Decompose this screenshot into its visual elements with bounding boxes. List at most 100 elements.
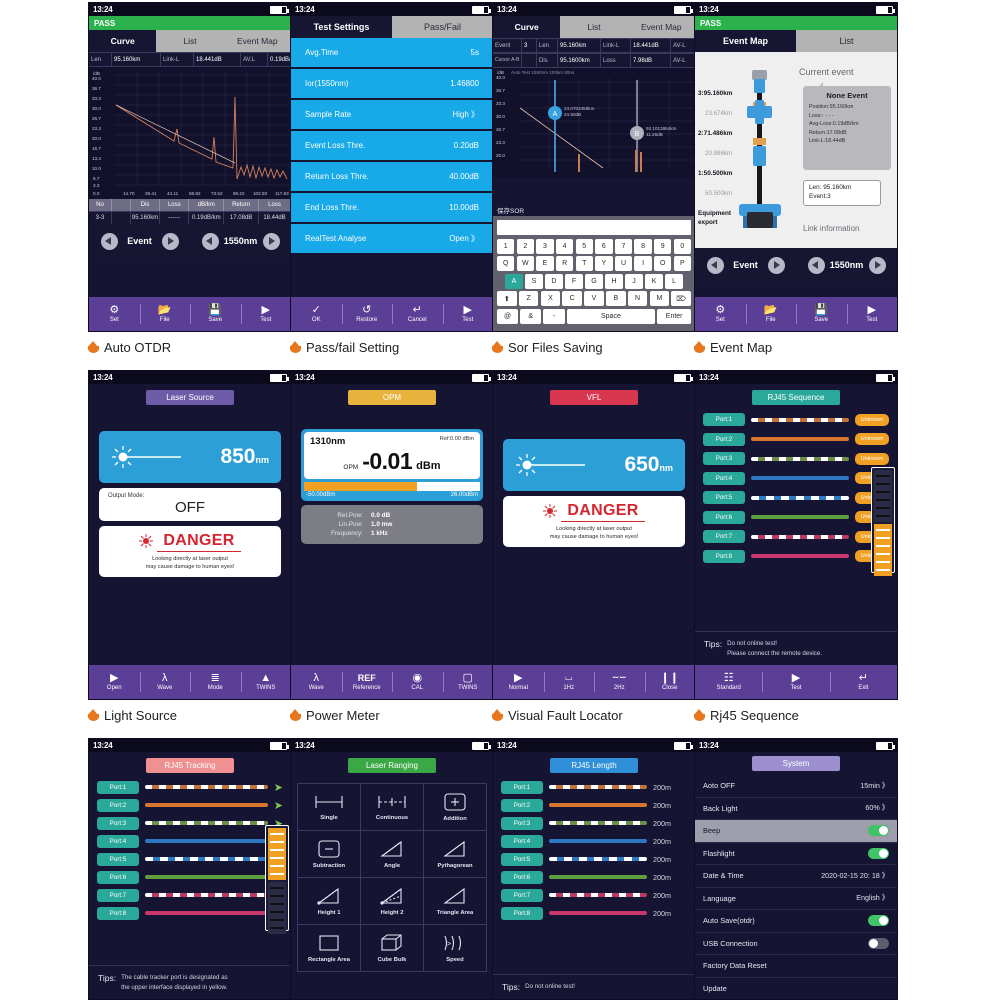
mode-height2[interactable]: Height 2 [361, 878, 424, 925]
key-b[interactable]: B [605, 291, 626, 306]
key-1[interactable]: 1 [497, 238, 515, 254]
mode-height1[interactable]: Height 1 [298, 878, 361, 925]
next-wavelength-button[interactable] [262, 232, 280, 250]
tab-curve[interactable]: Curve [493, 16, 561, 38]
system-row-date-time[interactable]: Date & Time 2020-02-15 20: 18 》 [695, 865, 897, 888]
key-f[interactable]: F [565, 273, 583, 289]
port-row[interactable]: Port:7 200m [493, 886, 695, 904]
key-m[interactable]: M [649, 291, 670, 306]
toolbar-save-button[interactable]: 💾 Save [796, 297, 847, 331]
key-y[interactable]: Y [595, 256, 613, 271]
port-row[interactable]: Port:4 Unknown [695, 469, 897, 489]
next-wavelength-button[interactable] [868, 256, 886, 274]
key-8[interactable]: 8 [634, 238, 652, 254]
key-a[interactable]: A [505, 273, 523, 289]
port-row[interactable]: Port:3 ➤ [89, 814, 291, 832]
system-row-beep[interactable]: Beep [695, 820, 897, 843]
mode-pythagorean[interactable]: Pythagorean [424, 831, 487, 878]
tab-curve[interactable]: Curve [89, 30, 157, 52]
toolbar-mode-button[interactable]: ≣ Mode [190, 665, 241, 699]
port-row[interactable]: Port:4 ➤ [89, 832, 291, 850]
tab-event-map[interactable]: Event Map [223, 30, 291, 52]
toolbar-cancel-button[interactable]: ↵ Cancel [392, 297, 443, 331]
mode-speed[interactable]: > Speed [424, 925, 487, 972]
toolbar-ok-button[interactable]: ✓ OK [291, 297, 342, 331]
key-4[interactable]: 4 [555, 238, 574, 254]
tab-list[interactable]: List [796, 30, 897, 52]
port-row[interactable]: Port:1 200m [493, 778, 695, 796]
key-d[interactable]: D [545, 273, 563, 289]
system-row-factory-reset[interactable]: Factory Data Reset [695, 955, 897, 978]
toolbar-twins-button[interactable]: ▲ TWINS [240, 665, 292, 699]
key-n[interactable]: N [627, 291, 648, 306]
key-j[interactable]: J [625, 273, 643, 289]
toolbar-file-button[interactable]: 📂 File [139, 297, 191, 331]
toolbar-set-button[interactable]: ⚙ Set [89, 297, 140, 331]
prev-wavelength-button[interactable] [807, 256, 825, 274]
setting-row-return-loss[interactable]: Return Loss Thre. 40.00dB [291, 162, 493, 191]
mode-cube-bulk[interactable]: Cube Bulk [361, 925, 424, 972]
tab-list[interactable]: List [560, 16, 628, 38]
filename-input[interactable] [497, 219, 691, 235]
toolbar-open-button[interactable]: ▶ Open [89, 665, 140, 699]
key-u[interactable]: U [614, 256, 633, 271]
auto-save-toggle[interactable] [868, 915, 889, 927]
key-at[interactable]: @ [497, 308, 519, 324]
key-5[interactable]: 5 [575, 238, 593, 254]
enter-key[interactable]: Enter [657, 308, 691, 324]
table-row[interactable]: 3-3 95.160km ------ 0.19dB/km 17.08dB 18… [89, 211, 291, 224]
port-row[interactable]: Port:2 200m [493, 796, 695, 814]
port-row[interactable]: Port:4 200m [493, 832, 695, 850]
port-row[interactable]: Port:2 Unknown [695, 430, 897, 450]
key-z[interactable]: Z [518, 291, 539, 306]
port-row[interactable]: Port:5 200m [493, 850, 695, 868]
key-6[interactable]: 6 [595, 238, 613, 254]
key-c[interactable]: C [562, 291, 582, 306]
toolbar-restore-button[interactable]: ↺ Restore [341, 297, 393, 331]
port-row[interactable]: Port:6 200m [493, 868, 695, 886]
key-2[interactable]: 2 [516, 238, 535, 254]
port-row[interactable]: Port:6 ➤ [89, 868, 291, 886]
toolbar-set-button[interactable]: ⚙ Set [695, 297, 746, 331]
port-row[interactable]: Port:8 Unknown [695, 547, 897, 567]
mode-angle[interactable]: Angle [361, 831, 424, 878]
toolbar-twins-button[interactable]: ▢ TWINS [442, 665, 494, 699]
setting-row-realtest[interactable]: RealTest Analyse Open 》 [291, 224, 493, 253]
setting-row-sample-rate[interactable]: Sample Rate High 》 [291, 100, 493, 129]
key-v[interactable]: V [584, 291, 604, 306]
tab-event-map[interactable]: Event Map [695, 30, 796, 52]
port-row[interactable]: Port:3 200m [493, 814, 695, 832]
next-event-button[interactable] [767, 256, 785, 274]
system-row-language[interactable]: Language English 》 [695, 888, 897, 910]
setting-row-event-loss[interactable]: Event Loss Thre. 0.20dB [291, 131, 493, 160]
key-s[interactable]: S [525, 273, 543, 289]
toolbar-standard-button[interactable]: ☷ Standard [695, 665, 762, 699]
prev-event-button[interactable] [100, 232, 118, 250]
wavelength-card[interactable]: 650nm [503, 439, 685, 491]
space-key[interactable]: Space [566, 308, 656, 324]
toolbar-test-button[interactable]: ▶ Test [240, 297, 292, 331]
toolbar-save-button[interactable]: 💾 Save [190, 297, 241, 331]
port-row[interactable]: Port:7 ➤ [89, 886, 291, 904]
key-ampersand[interactable]: & [520, 308, 542, 324]
mode-single[interactable]: Single [298, 784, 361, 831]
key-q[interactable]: Q [497, 256, 515, 271]
wavelength-card[interactable]: 850nm [99, 431, 281, 483]
tab-pass-fail[interactable]: Pass/Fail [392, 16, 493, 38]
key-g[interactable]: G [585, 273, 603, 289]
key-h[interactable]: H [605, 273, 623, 289]
port-row[interactable]: Port:7 Unknown [695, 527, 897, 547]
key-l[interactable]: L [665, 273, 683, 289]
system-row-auto-off[interactable]: Aoto OFF 15min 》 [695, 775, 897, 798]
port-row[interactable]: Port:5 Unknown [695, 488, 897, 508]
key-r[interactable]: R [555, 256, 574, 271]
toolbar-normal-button[interactable]: ▶ Normal [493, 665, 544, 699]
key-7[interactable]: 7 [614, 238, 633, 254]
mode-rectangle-area[interactable]: Rectangle Area [298, 925, 361, 972]
system-row-auto-save[interactable]: Auto Save(otdr) [695, 910, 897, 933]
tab-list[interactable]: List [156, 30, 224, 52]
tab-event-map[interactable]: Event Map [627, 16, 695, 38]
toolbar-wave-button[interactable]: λ Wave [139, 665, 191, 699]
prev-wavelength-button[interactable] [201, 232, 219, 250]
key-i[interactable]: I [634, 256, 652, 271]
